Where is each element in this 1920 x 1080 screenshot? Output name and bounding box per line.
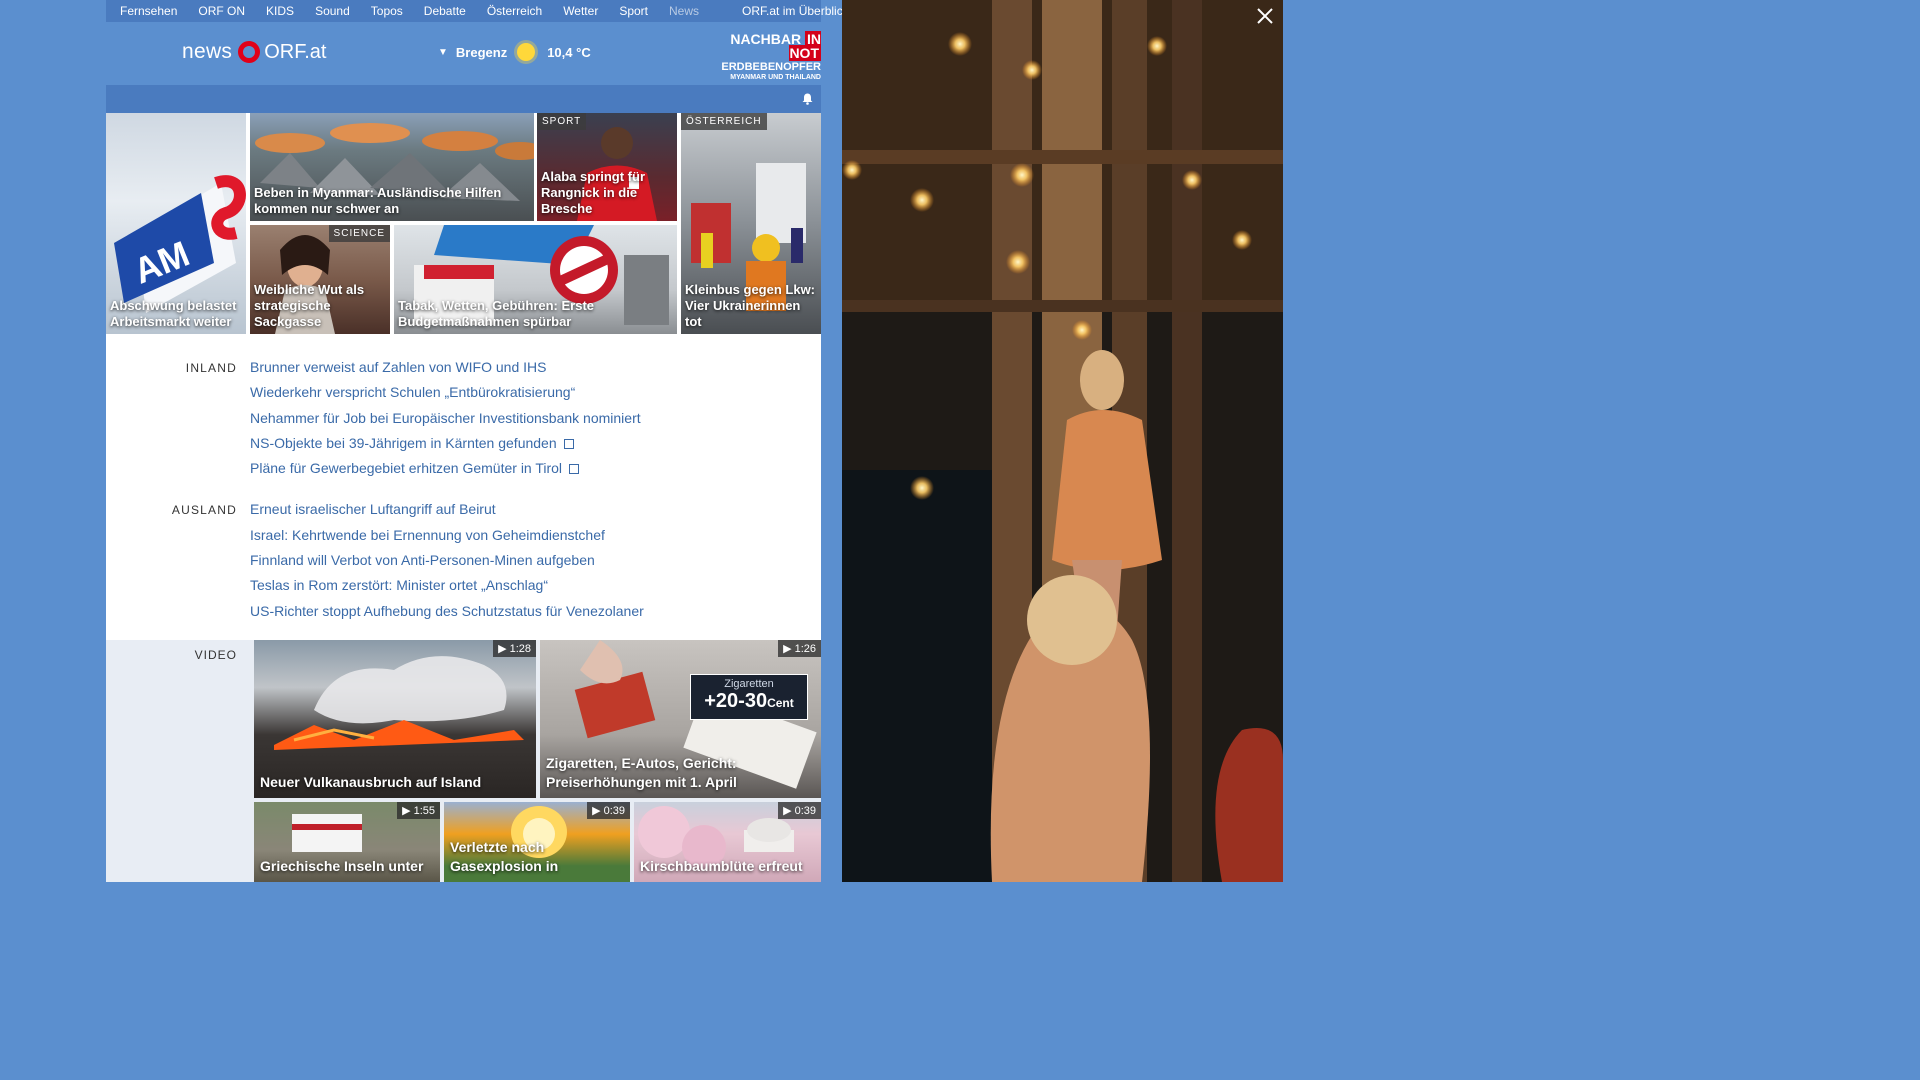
tile-caption: Abschwung belastet Arbeitsmarkt weiter: [110, 298, 237, 329]
nav-topos[interactable]: Topos: [371, 4, 403, 18]
overlay-unit: Cent: [767, 696, 794, 710]
headline-link-external[interactable]: NS-Objekte bei 39-Jährigem in Kärnten ge…: [250, 431, 641, 456]
story-tile-tabak[interactable]: Tabak, Wetten, Gebühren: Erste Budgetmaß…: [394, 225, 677, 334]
headline-link[interactable]: Finnland will Verbot von Anti-Personen-M…: [250, 548, 644, 573]
promo-line3: MYANMAR UND THAILAND: [730, 74, 821, 81]
logo-orf-text: ORF.at: [264, 40, 327, 63]
nav-debatte[interactable]: Debatte: [424, 4, 466, 18]
story-tile-wut[interactable]: SCIENCE Weibliche Wut als strategische S…: [250, 225, 390, 334]
nav-overview[interactable]: ORF.at im Überblick: [742, 4, 849, 18]
tile-badge: SCIENCE: [328, 225, 390, 242]
promo-line2: ERDBEBENOPFER: [721, 61, 821, 73]
video-tile-inseln[interactable]: ▶ 1:55 Griechische Inseln unter: [254, 802, 440, 882]
nav-oesterreich[interactable]: Österreich: [487, 4, 542, 18]
news-orf-logo[interactable]: news ORF.at: [182, 40, 326, 64]
overlay-value: +20-30: [704, 690, 768, 712]
nav-kids[interactable]: KIDS: [266, 4, 294, 18]
story-tile-alaba[interactable]: SPORT Alaba springt für Rangnick in die …: [537, 113, 677, 221]
main-content: AM Abschwung belastet Arbeitsmarkt weite…: [106, 113, 821, 882]
headline-link[interactable]: Teslas in Rom zerstört: Minister ortet „…: [250, 573, 644, 598]
orf-ring-icon: [238, 41, 261, 63]
tile-caption: Beben in Myanmar: Ausländische Hilfen ko…: [254, 185, 502, 216]
tile-badge: ÖSTERREICH: [681, 113, 767, 130]
headline-link[interactable]: Wiederkehr verspricht Schulen „Entbürokr…: [250, 380, 641, 405]
logo-news-text: news: [182, 40, 233, 63]
section-label-inland: INLAND: [185, 361, 237, 375]
nav-orf-on[interactable]: ORF ON: [198, 4, 245, 18]
headline-link-external[interactable]: Pläne für Gewerbegebiet erhitzen Gemüter…: [250, 456, 641, 481]
video-caption: Neuer Vulkanausbruch auf Island: [260, 774, 482, 790]
video-player-panel[interactable]: [842, 0, 1283, 882]
sun-icon: [517, 43, 536, 61]
nav-fernsehen[interactable]: Fernsehen: [120, 4, 177, 18]
nachbar-in-not-banner[interactable]: NACHBAR IN NOT ERDBEBENOPFER MYANMAR UND…: [716, 31, 821, 81]
video-duration: ▶ 0:39: [587, 802, 630, 819]
nav-sound[interactable]: Sound: [315, 4, 350, 18]
section-bar: [106, 85, 821, 113]
close-icon[interactable]: [1255, 6, 1275, 26]
tile-caption: Alaba springt für Rangnick in die Bresch…: [541, 169, 646, 216]
story-tile-kleinbus[interactable]: ÖSTERREICH Kleinbus gegen Lkw: Vier Ukra…: [681, 113, 821, 334]
tile-caption: Tabak, Wetten, Gebühren: Erste Budgetmaß…: [398, 298, 595, 329]
bell-icon[interactable]: [802, 93, 813, 105]
weather-widget[interactable]: ▼ Bregenz 10,4 °C: [438, 43, 591, 61]
dropdown-triangle-icon: ▼: [438, 46, 448, 58]
video-caption: Kirschbaumblüte erfreut: [640, 858, 803, 874]
section-label-ausland: AUSLAND: [171, 503, 237, 518]
video-frame: [842, 0, 1283, 882]
video-duration: ▶ 0:39: [778, 802, 821, 819]
video-tile-gasexplosion[interactable]: ▶ 0:39 Verletzte nach Gasexplosion in: [444, 802, 630, 882]
headline-link[interactable]: Nehammer für Job bei Europäischer Invest…: [250, 406, 641, 431]
headline-link[interactable]: Israel: Kehrtwende bei Ernennung von Geh…: [250, 523, 644, 548]
section-ausland: AUSLAND Erneut israelischer Luftangriff …: [106, 497, 821, 623]
section-label-video: VIDEO: [194, 648, 237, 662]
tile-caption: Kleinbus gegen Lkw: Vier Ukrainerinnen t…: [685, 282, 816, 329]
price-overlay: Zigaretten +20-30Cent: [690, 674, 808, 720]
headline-link[interactable]: Erneut israelischer Luftangriff auf Beir…: [250, 497, 644, 522]
nav-wetter[interactable]: Wetter: [563, 4, 598, 18]
site-header: news ORF.at ▼ Bregenz 10,4 °C NACHBAR IN…: [106, 22, 821, 85]
top-navigation: Fernsehen ORF ON KIDS Sound Topos Debatt…: [106, 0, 849, 22]
video-duration: ▶ 1:26: [778, 640, 821, 657]
headline-link[interactable]: Brunner verweist auf Zahlen von WIFO und…: [250, 355, 641, 380]
nav-news[interactable]: News: [669, 4, 699, 18]
video-caption: Griechische Inseln unter: [260, 858, 424, 874]
headline-sections: INLAND Brunner verweist auf Zahlen von W…: [106, 355, 821, 640]
external-link-icon: [563, 438, 574, 449]
video-section: VIDEO ▶ 1:28 Neuer Vulkanausbruch auf Is…: [106, 640, 821, 882]
headline-text: Pläne für Gewerbegebiet erhitzen Gemüter…: [250, 460, 563, 477]
video-caption: Zigaretten, E-Autos, Gericht: Preiserhöh…: [546, 755, 737, 790]
video-caption: Verletzte nach Gasexplosion in: [450, 839, 559, 874]
tile-badge: SPORT: [537, 113, 587, 130]
tile-caption: Weibliche Wut als strategische Sackgasse: [254, 282, 365, 329]
section-inland: INLAND Brunner verweist auf Zahlen von W…: [106, 355, 821, 481]
video-duration: ▶ 1:55: [397, 802, 440, 819]
nav-sport[interactable]: Sport: [619, 4, 648, 18]
overlay-label: Zigaretten: [724, 678, 774, 690]
story-tile-myanmar[interactable]: Beben in Myanmar: Ausländische Hilfen ko…: [250, 113, 534, 221]
headline-link[interactable]: US-Richter stoppt Aufhebung des Schutzst…: [250, 599, 644, 624]
video-duration: ▶ 1:28: [493, 640, 536, 657]
external-link-icon: [569, 464, 580, 475]
headline-text: NS-Objekte bei 39-Jährigem in Kärnten ge…: [250, 434, 557, 451]
weather-city: Bregenz: [455, 44, 508, 60]
video-tile-vulkan[interactable]: ▶ 1:28 Neuer Vulkanausbruch auf Island: [254, 640, 536, 798]
video-tile-zigaretten[interactable]: Zigaretten +20-30Cent ▶ 1:26 Zigaretten,…: [540, 640, 821, 798]
weather-temperature: 10,4 °C: [547, 44, 591, 60]
story-tile-ams[interactable]: AM Abschwung belastet Arbeitsmarkt weite…: [106, 113, 246, 334]
video-tile-kirschbluete[interactable]: ▶ 0:39 Kirschbaumblüte erfreut: [634, 802, 821, 882]
